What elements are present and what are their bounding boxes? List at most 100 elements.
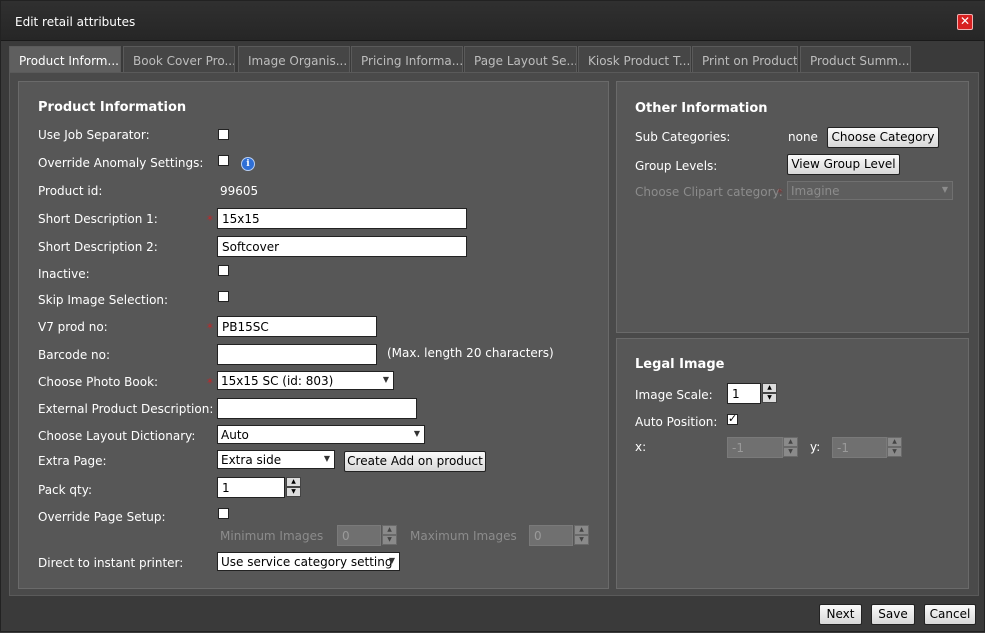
product-id-label: Product id: (38, 184, 103, 198)
chevron-down-icon[interactable]: ▼ (574, 535, 589, 545)
extra-page-label: Extra Page: (38, 454, 107, 468)
legal-image-heading: Legal Image (635, 357, 725, 372)
required-marker: * (207, 321, 213, 335)
image-scale-input[interactable]: 1 (727, 383, 761, 404)
edit-retail-attributes-dialog: Edit retail attributes ✕ Product Inform.… (0, 0, 985, 632)
view-group-level-button[interactable]: View Group Level (787, 154, 900, 175)
chevron-up-icon[interactable]: ▲ (574, 525, 589, 535)
short-description-2-label: Short Description 2: (38, 240, 158, 254)
chevron-up-icon[interactable]: ▲ (887, 437, 902, 447)
auto-position-checkbox[interactable] (727, 412, 738, 425)
barcode-no-input[interactable] (217, 344, 377, 365)
pack-qty-stepper[interactable]: ▲ ▼ (286, 477, 301, 498)
auto-position-label: Auto Position: (635, 415, 718, 429)
tab-image-organisation[interactable]: Image Organis... (238, 46, 350, 72)
chevron-down-icon[interactable]: ▼ (286, 487, 301, 497)
create-add-on-product-button[interactable]: Create Add on product (344, 451, 486, 472)
photo-book-value: 15x15 SC (id: 803) (221, 374, 334, 388)
close-icon[interactable]: ✕ (957, 14, 973, 30)
x-stepper[interactable]: ▲ ▼ (783, 437, 798, 458)
external-product-description-label: External Product Description: (38, 402, 214, 416)
chevron-up-icon[interactable]: ▲ (286, 477, 301, 487)
extra-page-value: Extra side (221, 453, 282, 467)
external-product-description-input[interactable] (217, 398, 417, 419)
barcode-no-label: Barcode no: (38, 348, 110, 362)
inactive-label: Inactive: (38, 267, 90, 281)
maximum-images-stepper[interactable]: ▲ ▼ (574, 525, 589, 546)
dialog-footer: Next Save Cancel (1, 599, 985, 633)
photo-book-select[interactable]: 15x15 SC (id: 803) ▼ (217, 371, 394, 390)
choose-clipart-category-label: Choose Clipart category: (635, 185, 783, 199)
instant-printer-select[interactable]: Use service category setting ▼ (217, 552, 400, 571)
tab-bar: Product Inform... Book Cover Pro... Imag… (9, 46, 979, 73)
chevron-up-icon[interactable]: ▲ (382, 525, 397, 535)
tab-product-information[interactable]: Product Inform... (9, 46, 121, 73)
info-icon[interactable]: i (241, 157, 255, 171)
v7-prod-no-label: V7 prod no: (38, 320, 108, 334)
y-label: y: (810, 440, 821, 454)
choose-category-button[interactable]: Choose Category (827, 127, 939, 148)
chevron-down-icon[interactable]: ▼ (783, 447, 798, 457)
tab-pricing-information[interactable]: Pricing Informa... (351, 46, 463, 72)
choose-photo-book-label: Choose Photo Book: (38, 375, 159, 389)
chevron-up-icon[interactable]: ▲ (783, 437, 798, 447)
layout-dictionary-select[interactable]: Auto ▼ (217, 425, 425, 444)
y-input[interactable]: -1 (832, 437, 887, 458)
use-job-separator-checkbox[interactable] (218, 129, 229, 140)
chevron-down-icon[interactable]: ▼ (762, 393, 777, 403)
group-levels-label: Group Levels: (635, 159, 718, 173)
image-scale-stepper[interactable]: ▲ ▼ (762, 383, 777, 404)
save-button[interactable]: Save (871, 604, 915, 625)
maximum-images-label: Maximum Images (410, 529, 517, 543)
chevron-down-icon: ▼ (388, 556, 395, 565)
cancel-button[interactable]: Cancel (924, 604, 976, 625)
next-button[interactable]: Next (819, 604, 862, 625)
required-marker: * (777, 186, 783, 200)
override-anomaly-label: Override Anomaly Settings: (38, 156, 204, 170)
tab-book-cover[interactable]: Book Cover Pro... (123, 46, 235, 72)
chevron-down-icon: ▼ (382, 375, 389, 384)
x-label: x: (635, 440, 647, 454)
tab-content: Product Information Use Job Separator: O… (9, 72, 979, 596)
choose-layout-dictionary-label: Choose Layout Dictionary: (38, 429, 196, 443)
skip-image-selection-checkbox[interactable] (218, 291, 229, 302)
maximum-images-input[interactable]: 0 (529, 525, 573, 546)
use-job-separator-label: Use Job Separator: (38, 128, 150, 142)
override-anomaly-checkbox[interactable] (218, 155, 229, 166)
clipart-category-select[interactable]: Imagine ▼ (787, 181, 953, 200)
required-marker: * (207, 376, 213, 390)
extra-page-select[interactable]: Extra side ▼ (217, 450, 335, 469)
pack-qty-input[interactable]: 1 (217, 477, 285, 498)
v7-prod-no-input[interactable]: PB15SC (217, 316, 377, 337)
tab-print-on-product[interactable]: Print on Product (692, 46, 798, 72)
inactive-checkbox[interactable] (218, 265, 229, 276)
pack-qty-label: Pack qty: (38, 483, 93, 497)
minimum-images-stepper[interactable]: ▲ ▼ (382, 525, 397, 546)
dialog-title: Edit retail attributes (15, 15, 136, 29)
chevron-down-icon: ▼ (941, 185, 948, 194)
y-stepper[interactable]: ▲ ▼ (887, 437, 902, 458)
chevron-down-icon[interactable]: ▼ (887, 447, 902, 457)
override-page-setup-label: Override Page Setup: (38, 510, 166, 524)
chevron-down-icon[interactable]: ▼ (382, 535, 397, 545)
short-description-2-input[interactable]: Softcover (217, 236, 467, 257)
short-description-1-input[interactable]: 15x15 (217, 208, 467, 229)
layout-dictionary-value: Auto (221, 428, 249, 442)
product-information-panel: Product Information Use Job Separator: O… (18, 81, 609, 589)
clipart-category-value: Imagine (791, 184, 840, 198)
tab-page-layout[interactable]: Page Layout Se... (464, 46, 577, 72)
product-id-value: 99605 (220, 184, 259, 198)
override-page-setup-checkbox[interactable] (218, 508, 229, 519)
tab-product-summary[interactable]: Product Summ... (800, 46, 911, 72)
sub-categories-label: Sub Categories: (635, 130, 731, 144)
sub-categories-value: none (788, 130, 818, 144)
barcode-hint: (Max. length 20 characters) (387, 346, 554, 360)
skip-image-selection-label: Skip Image Selection: (38, 293, 169, 307)
x-input[interactable]: -1 (727, 437, 783, 458)
minimum-images-input[interactable]: 0 (337, 525, 381, 546)
tab-kiosk-product[interactable]: Kiosk Product T... (578, 46, 691, 72)
short-description-1-label: Short Description 1: (38, 212, 158, 226)
other-information-panel: Other Information Sub Categories: none C… (616, 81, 969, 333)
legal-image-panel: Legal Image Image Scale: 1 ▲ ▼ Auto Posit… (616, 338, 969, 589)
chevron-up-icon[interactable]: ▲ (762, 383, 777, 393)
